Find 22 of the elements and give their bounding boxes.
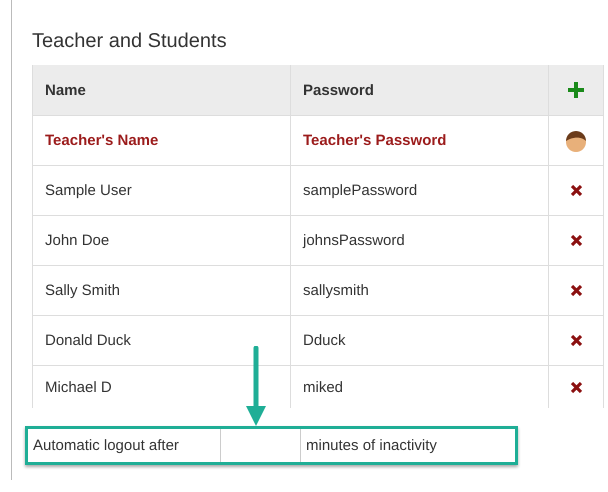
- table-cell: Sample User: [33, 166, 291, 216]
- table-cell: sallysmith: [291, 266, 549, 316]
- table-cell: John Doe: [33, 216, 291, 266]
- delete-icon[interactable]: [570, 380, 582, 394]
- person-avatar-icon: [565, 128, 587, 152]
- table-cell: Dduck: [291, 316, 549, 366]
- table-cell: Sally Smith: [33, 266, 291, 316]
- table-cell: samplePassword: [291, 166, 549, 216]
- add-icon[interactable]: [568, 82, 584, 98]
- table-cell: Teacher's Password: [291, 116, 549, 166]
- delete-icon[interactable]: [570, 234, 582, 247]
- delete-icon[interactable]: [570, 284, 582, 297]
- table-cell: Teacher's Name: [33, 116, 291, 166]
- column-header: Name: [33, 65, 291, 116]
- table-cell: johnsPassword: [291, 216, 549, 266]
- column-header: Password: [291, 65, 549, 116]
- inactivity-label: minutes of inactivity: [305, 436, 438, 456]
- section-title: Teacher and Students: [32, 30, 228, 53]
- delete-icon[interactable]: [570, 334, 582, 347]
- delete-icon[interactable]: [570, 184, 582, 197]
- table-cell: Donald Duck: [33, 316, 291, 366]
- minutes-input-field[interactable]: [221, 429, 301, 462]
